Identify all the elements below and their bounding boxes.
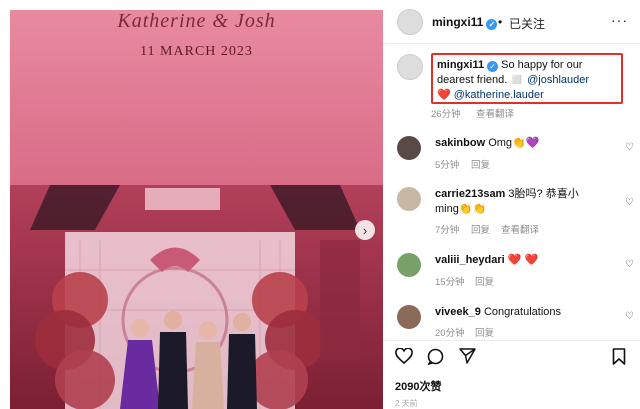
send-icon[interactable]	[459, 348, 476, 367]
avatar[interactable]	[397, 9, 423, 35]
comment-username[interactable]: valiii_heydari	[435, 254, 505, 266]
verified-badge-icon: ✓	[487, 61, 499, 72]
follow-status-button[interactable]: 已关注	[509, 15, 545, 32]
reply-button[interactable]: 回复	[475, 274, 494, 288]
avatar[interactable]	[397, 54, 423, 80]
post-header: mingxi11 ✓ • 已关注 ···	[383, 0, 640, 44]
comment-time: 5分钟	[435, 160, 460, 171]
comment-icon[interactable]	[427, 348, 444, 368]
comment-time: 15分钟	[435, 277, 465, 288]
verified-badge-icon: ✓	[486, 19, 498, 30]
comment-like-icon[interactable]: ♡	[625, 259, 634, 270]
reply-button[interactable]: 回复	[471, 222, 490, 236]
likes-count[interactable]: 2090次赞	[395, 378, 441, 394]
comment-body: ❤️ ❤️	[507, 254, 539, 266]
comment-username[interactable]: viveek_9	[435, 306, 481, 318]
reply-button[interactable]: 回复	[475, 325, 494, 339]
avatar[interactable]	[397, 187, 421, 211]
avatar[interactable]	[397, 136, 421, 160]
comment-text: viveek_9 Congratulations	[435, 305, 561, 320]
comment-time: 20分钟	[435, 328, 465, 339]
chevron-right-icon: ›	[362, 222, 368, 238]
post-caption: mingxi11 ✓ So happy for our dearest frien…	[383, 48, 640, 120]
comment-like-icon[interactable]: ♡	[625, 197, 634, 208]
comment-text: valiii_heydari ❤️ ❤️	[435, 253, 538, 268]
avatar[interactable]	[397, 305, 421, 329]
carousel-next-button[interactable]: ›	[355, 220, 375, 240]
reply-button[interactable]: 回复	[471, 157, 490, 171]
more-options-icon[interactable]: ···	[611, 12, 628, 28]
heart-icon[interactable]	[395, 347, 413, 367]
wedding-photo-image	[10, 10, 383, 409]
comment-like-icon[interactable]: ♡	[625, 142, 634, 153]
comment-body: Congratulations	[483, 306, 562, 318]
username-text[interactable]: mingxi11	[432, 15, 483, 29]
caption-highlight-box: mingxi11 ✓ So happy for our dearest frien…	[431, 53, 623, 104]
mention-link[interactable]: @katherine.lauder	[454, 89, 544, 101]
comment-username[interactable]: carrie213sam	[435, 188, 505, 200]
comment-body: Omg👏💜	[488, 137, 540, 149]
wall-date-text: 11 MARCH 2023	[140, 44, 253, 59]
comment-time: 7分钟	[435, 225, 460, 236]
wall-names-text: Katherine & Josh	[117, 10, 276, 32]
see-translation-link[interactable]: 查看翻译	[476, 106, 514, 120]
comment-username[interactable]: sakinbow	[435, 137, 485, 149]
see-translation-link[interactable]: 查看翻译	[501, 222, 539, 236]
post-photo[interactable]: Katherine & Josh 11 MARCH 2023 ›	[10, 10, 383, 409]
post-side-panel: mingxi11 ✓ • 已关注 ··· mingxi11 ✓ So happy f…	[383, 0, 640, 409]
caption-username[interactable]: mingxi11	[437, 59, 484, 71]
mention-link[interactable]: @joshlauder	[527, 74, 589, 86]
comment-like-icon[interactable]: ♡	[625, 311, 634, 322]
post-date: 2 天前	[395, 399, 418, 408]
heart-emoji: ❤️	[437, 89, 451, 101]
avatar[interactable]	[397, 253, 421, 277]
separator-dot: •	[498, 15, 503, 29]
header-username[interactable]: mingxi11 ✓	[432, 15, 498, 30]
comment-text: carrie213sam 3胎吗? 恭喜小ming👏👏	[435, 187, 585, 217]
caption-time: 26分钟	[431, 109, 461, 120]
bookmark-icon[interactable]	[612, 348, 626, 368]
post-action-bar	[383, 340, 640, 370]
comment-text: sakinbow Omg👏💜	[435, 136, 539, 151]
